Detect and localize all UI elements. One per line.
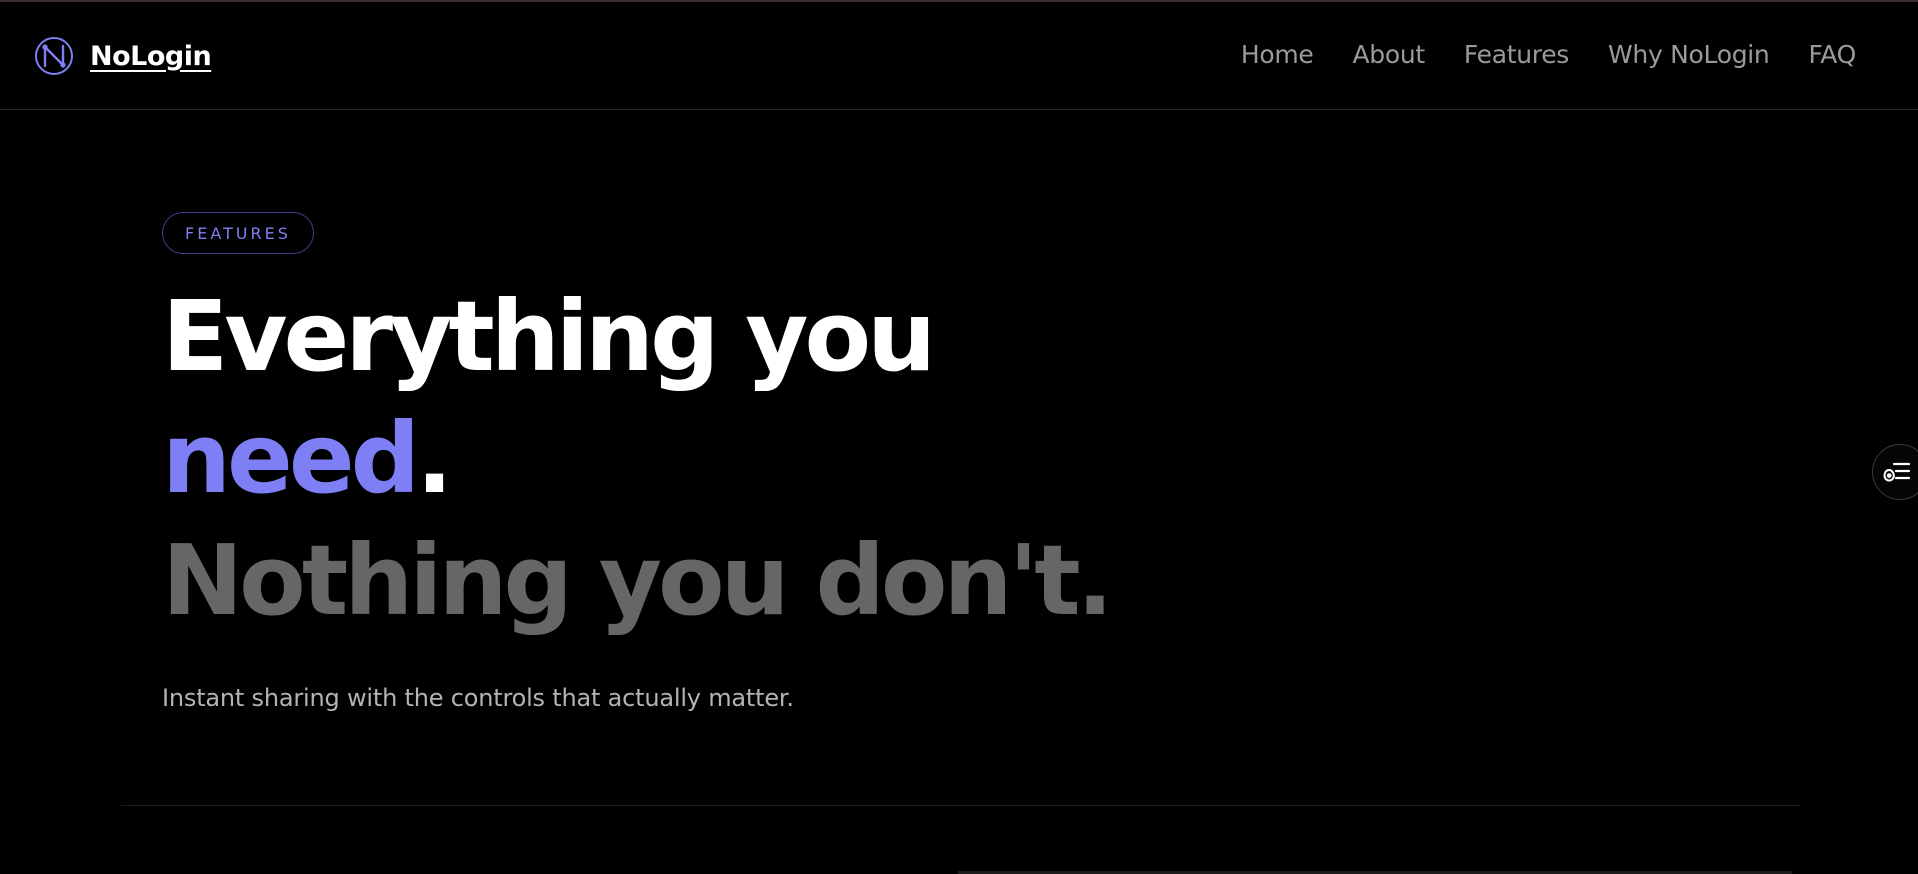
headline-period: . bbox=[416, 402, 453, 515]
brand-link[interactable]: NoLogin bbox=[34, 36, 212, 76]
hero-headline: Everything you need. Nothing you don't. bbox=[162, 276, 1113, 642]
accessibility-menu-button[interactable] bbox=[1872, 444, 1918, 500]
main-nav: Home About Features Why NoLogin FAQ bbox=[1241, 40, 1856, 69]
hero-subtitle: Instant sharing with the controls that a… bbox=[162, 684, 794, 712]
headline-line-2: need. bbox=[162, 398, 1110, 520]
headline-accent-word: need bbox=[162, 402, 420, 515]
nav-link-features[interactable]: Features bbox=[1464, 40, 1569, 69]
nav-link-home[interactable]: Home bbox=[1241, 40, 1314, 69]
nav-link-why-nologin[interactable]: Why NoLogin bbox=[1608, 40, 1770, 69]
headline-line-3: Nothing you don't. bbox=[162, 524, 1113, 637]
headline-line-1: Everything you bbox=[162, 280, 936, 393]
navbar: NoLogin Home About Features Why NoLogin … bbox=[0, 2, 1918, 110]
brand-name: NoLogin bbox=[90, 40, 212, 72]
nav-link-about[interactable]: About bbox=[1352, 40, 1425, 69]
nologin-logo-icon bbox=[35, 37, 73, 75]
accessibility-menu-icon bbox=[1883, 462, 1911, 482]
page: NoLogin Home About Features Why NoLogin … bbox=[0, 0, 1918, 874]
nav-link-faq[interactable]: FAQ bbox=[1808, 40, 1856, 69]
section-divider bbox=[121, 805, 1801, 806]
section-badge: FEATURES bbox=[162, 212, 314, 254]
